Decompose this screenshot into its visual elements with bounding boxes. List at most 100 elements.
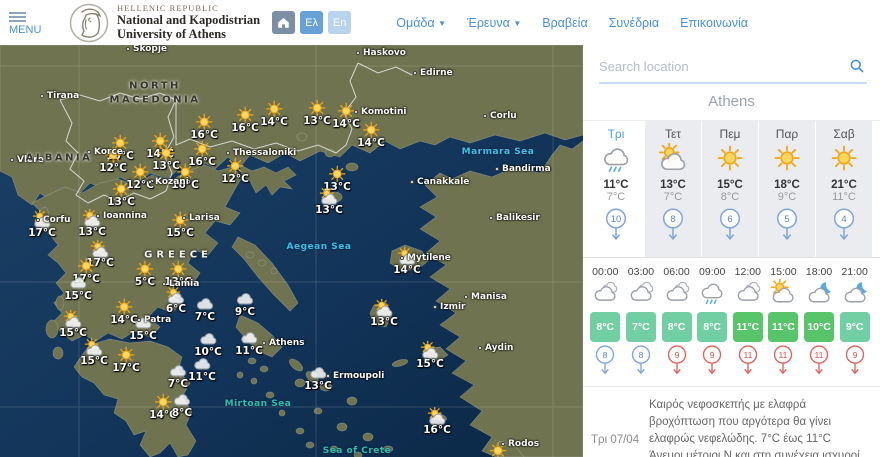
hour-time: 21:00: [841, 266, 868, 278]
menu-label: MENU: [9, 23, 42, 36]
weather-marker: 6°C: [166, 285, 186, 315]
weather-map[interactable]: 10°C 14°C 16°C 16°C 14°C 16°C 13°C 12°C 12°C 16°C…: [0, 45, 583, 457]
day-tab-sat[interactable]: Σαβ 21°C 11°C 4: [816, 121, 872, 257]
wind-indicator: 9: [659, 345, 694, 382]
lang-el-button[interactable]: Ελ: [300, 11, 324, 34]
hour-column: 21:00 9°C 9: [837, 266, 872, 382]
wind-indicator: 11: [731, 345, 766, 382]
svg-text:9: 9: [674, 350, 679, 360]
house-icon: [278, 18, 289, 28]
svg-text:8: 8: [639, 350, 644, 360]
hour-column: 15:00 11°C 11: [766, 266, 801, 382]
nav-contact[interactable]: Επικοινωνία: [680, 16, 748, 30]
city-label: Rodos: [501, 439, 539, 449]
day-tab-wed[interactable]: Τετ 13°C 7°C 8: [645, 121, 701, 257]
city-label: Edirne: [413, 68, 453, 78]
low-temp: 8°C: [720, 191, 740, 203]
svg-text:8: 8: [603, 350, 608, 360]
org-line2: National and Kapodistrian: [117, 13, 261, 28]
marker-temp: 12°C: [99, 161, 127, 174]
home-button[interactable]: [272, 11, 296, 34]
marker-temp: 14°C: [332, 117, 360, 130]
city-dot: [182, 216, 186, 220]
city-dot: [126, 47, 130, 51]
weather-marker: 13°C: [315, 186, 343, 216]
city-label: Larisa: [182, 213, 220, 223]
university-logo[interactable]: [69, 3, 109, 43]
wind-indicator: 8: [588, 345, 623, 382]
city-label: Athens: [262, 338, 305, 348]
weather-marker: 8°C: [172, 390, 192, 419]
weather-marker: 9°C: [235, 289, 255, 318]
nav-team[interactable]: Ομάδα ▼: [396, 16, 446, 30]
suncloud-icon: [770, 278, 796, 305]
hour-temp: 9°C: [839, 312, 870, 342]
sea-label: Marmara Sea: [461, 147, 535, 157]
city-label: Canakkale: [410, 177, 469, 187]
nav-awards[interactable]: Βραβεία: [542, 16, 587, 30]
weather-marker: 7°C: [195, 294, 215, 323]
city-label: Corfu: [36, 215, 71, 225]
sun-icon: [829, 143, 859, 173]
marker-temp: 13°C: [304, 379, 332, 392]
menu-button[interactable]: MENU: [9, 10, 51, 36]
hour-temp: 11°C: [732, 312, 763, 342]
marker-temp: 17°C: [112, 361, 140, 374]
search-input[interactable]: [599, 59, 867, 74]
city-dot: [495, 167, 499, 171]
mooncloud-icon: [806, 279, 832, 305]
wind-indicator: 8: [645, 208, 701, 248]
marker-temp: 12°C: [221, 172, 249, 185]
city-dot: [483, 114, 487, 118]
university-name: HELLENIC REPUBLIC National and Kapodistr…: [117, 2, 261, 41]
day-tab-tue[interactable]: Τρι 11°C 7°C 10: [588, 121, 644, 257]
forecast-text: Καιρός νεφοσκεπής με ελαφρά βροχόπτωση π…: [649, 397, 870, 457]
region-label: NORTH MACEDONIA: [109, 80, 201, 106]
marker-temp: 14°C: [393, 263, 421, 276]
city-dot: [10, 158, 14, 162]
city-label: Komotini: [354, 107, 406, 117]
svg-text:9: 9: [710, 350, 715, 360]
sea-label: Mirtoan Sea: [224, 399, 292, 409]
mooncloud-icon: [842, 279, 868, 305]
org-line1: HELLENIC REPUBLIC: [117, 2, 219, 13]
city-label: Balikesir: [489, 213, 540, 223]
marker-temp: 13°C: [107, 195, 135, 208]
weather-marker: 15°C: [80, 337, 108, 367]
high-temp: 21°C: [831, 179, 857, 191]
weather-app: MENU HELLENIC REPUBLIC National and Kapo…: [0, 0, 880, 457]
day-tab-fri[interactable]: Παρ 18°C 9°C 5: [759, 121, 815, 257]
city-dot: [40, 94, 44, 98]
weather-marker: 15°C: [64, 273, 92, 302]
city-label: Izmir: [433, 302, 466, 312]
wind-indicator: 8: [624, 345, 659, 382]
city-dot: [464, 295, 468, 299]
city-dot: [162, 282, 166, 286]
city-dot: [262, 341, 266, 345]
marker-temp: 7°C: [167, 377, 189, 390]
marker-temp: 7°C: [194, 310, 216, 323]
city-dot: [433, 305, 437, 309]
nav-conferences[interactable]: Συνέδρια: [609, 16, 659, 30]
marker-temp: 14°C: [260, 115, 288, 128]
search-icon[interactable]: [849, 58, 865, 79]
city-dot: [148, 180, 152, 184]
day-tab-thu[interactable]: Πεμ 15°C 8°C 6: [702, 121, 758, 257]
sun-icon: [772, 143, 802, 173]
city-dot: [413, 71, 417, 75]
sun-cloud-icon: [658, 142, 688, 173]
svg-text:6: 6: [727, 214, 732, 225]
low-temp: 9°C: [777, 191, 797, 203]
hour-column: 18:00 10°C 11: [802, 266, 837, 382]
chevron-down-icon: ▼: [513, 18, 522, 28]
city-dot: [356, 51, 360, 55]
hourly-strip: 00:00 8°C 8 03:00 7°C 8 06:00 8°C 9 09:00 8…: [583, 258, 880, 387]
marker-temp: 15°C: [129, 329, 157, 342]
lang-en-button[interactable]: En: [328, 11, 352, 34]
high-temp: 18°C: [774, 179, 800, 191]
hour-temp: 8°C: [590, 312, 621, 342]
svg-text:9: 9: [852, 350, 857, 360]
weather-marker: 13°C: [107, 179, 135, 208]
marker-temp: 13°C: [315, 203, 343, 216]
nav-research[interactable]: Έρευνα ▼: [467, 16, 521, 30]
